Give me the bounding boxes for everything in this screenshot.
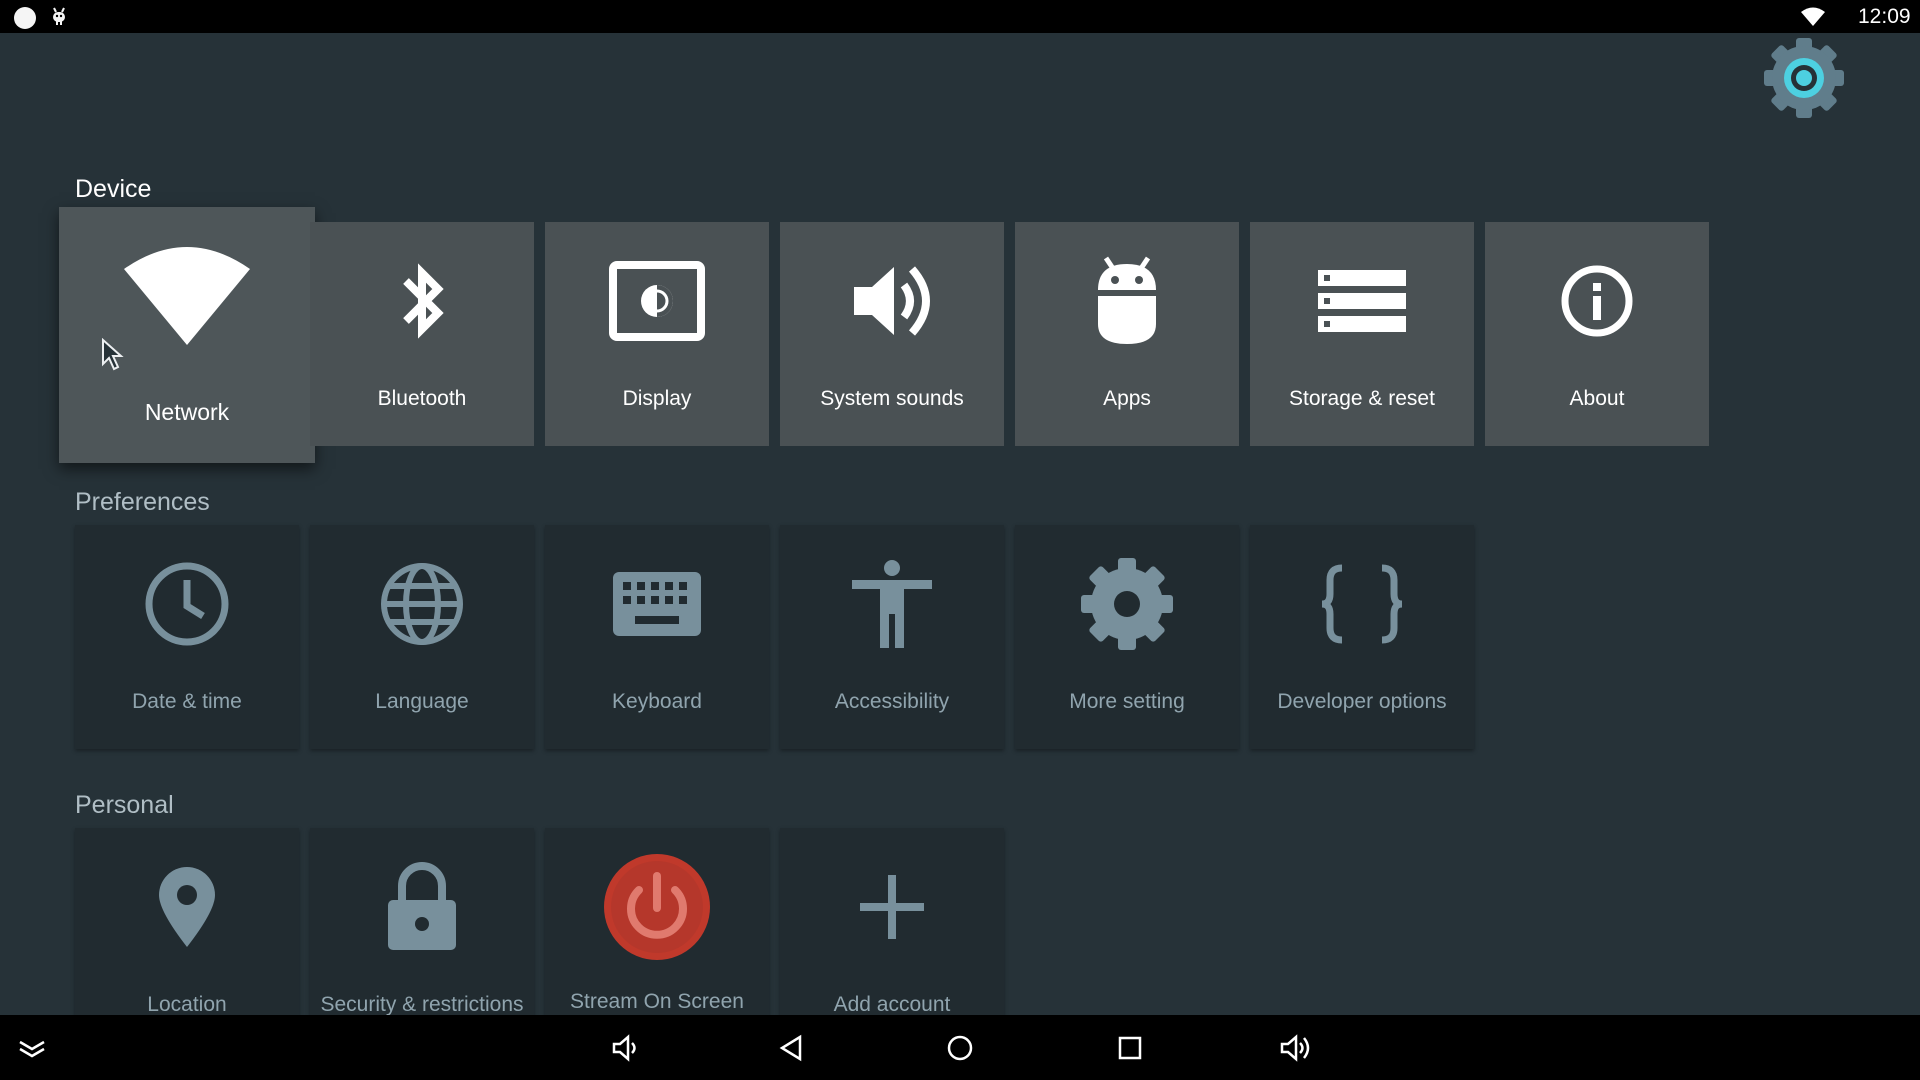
location-pin-icon: [75, 852, 299, 962]
power-icon: [545, 852, 769, 962]
clock-icon: [75, 549, 299, 659]
tile-accessibility[interactable]: Accessibility: [780, 525, 1004, 749]
tile-date-time[interactable]: Date & time: [75, 525, 299, 749]
tile-system-sounds[interactable]: System sounds: [780, 222, 1004, 446]
bluetooth-icon: [310, 246, 534, 356]
tile-developer-options[interactable]: Developer options: [1250, 525, 1474, 749]
tile-label: System sounds: [820, 387, 964, 410]
lock-icon: [310, 852, 534, 962]
tile-label: Display: [622, 387, 692, 410]
wifi-status-icon: [1801, 7, 1825, 26]
volume-up-icon[interactable]: [1276, 1029, 1316, 1067]
tile-label: Bluetooth: [377, 387, 467, 410]
tile-label: Developer options: [1277, 690, 1447, 713]
settings-gear-icon: [1764, 38, 1844, 118]
globe-icon: [310, 549, 534, 659]
status-clock: 12:09: [1858, 5, 1911, 28]
tile-label: Security & restrictions: [320, 993, 524, 1016]
mouse-cursor-icon: [102, 338, 124, 371]
back-icon[interactable]: [771, 1029, 811, 1067]
plus-icon: [780, 852, 1004, 962]
android-icon: [1015, 246, 1239, 356]
tile-label: Storage & reset: [1289, 387, 1435, 410]
tile-bluetooth[interactable]: Bluetooth: [310, 222, 534, 446]
section-title-device: Device: [75, 175, 152, 203]
keyboard-icon: [545, 549, 769, 659]
tile-network[interactable]: Network: [59, 207, 315, 463]
collapse-chevron-icon[interactable]: [12, 1029, 52, 1067]
tile-label: More setting: [1069, 690, 1185, 713]
tile-label: Language: [375, 690, 469, 713]
section-title-personal: Personal: [75, 791, 174, 819]
volume-down-icon[interactable]: [606, 1029, 646, 1067]
wifi-icon: [59, 237, 315, 357]
tile-more-setting[interactable]: More setting: [1015, 525, 1239, 749]
tile-language[interactable]: Language: [310, 525, 534, 749]
gear-icon: [1015, 549, 1239, 659]
tile-label: Apps: [1103, 387, 1151, 410]
tile-about[interactable]: About: [1485, 222, 1709, 446]
notification-dot-icon: [14, 7, 36, 29]
tile-keyboard[interactable]: Keyboard: [545, 525, 769, 749]
navigation-bar: [0, 1015, 1920, 1080]
info-icon: [1485, 246, 1709, 356]
braces-icon: [1250, 549, 1474, 659]
tile-label: Location: [147, 993, 227, 1016]
tile-display[interactable]: Display: [545, 222, 769, 446]
tile-label: Stream On Screen: [570, 990, 744, 1013]
home-icon[interactable]: [940, 1029, 980, 1067]
tile-label: Accessibility: [834, 690, 950, 713]
tile-label: Keyboard: [612, 690, 702, 713]
accessibility-icon: [780, 549, 1004, 659]
storage-icon: [1250, 246, 1474, 356]
tile-label: Add account: [833, 993, 951, 1016]
status-bar: 12:09: [0, 0, 1920, 33]
tile-label: Date & time: [132, 690, 242, 713]
android-notification-icon: [53, 7, 65, 25]
tile-label: Network: [144, 399, 230, 425]
display-icon: [545, 246, 769, 356]
tile-storage-reset[interactable]: Storage & reset: [1250, 222, 1474, 446]
speaker-icon: [780, 246, 1004, 356]
tile-label: About: [1569, 387, 1625, 410]
section-title-preferences: Preferences: [75, 488, 210, 516]
tile-apps[interactable]: Apps: [1015, 222, 1239, 446]
recents-icon[interactable]: [1110, 1029, 1150, 1067]
